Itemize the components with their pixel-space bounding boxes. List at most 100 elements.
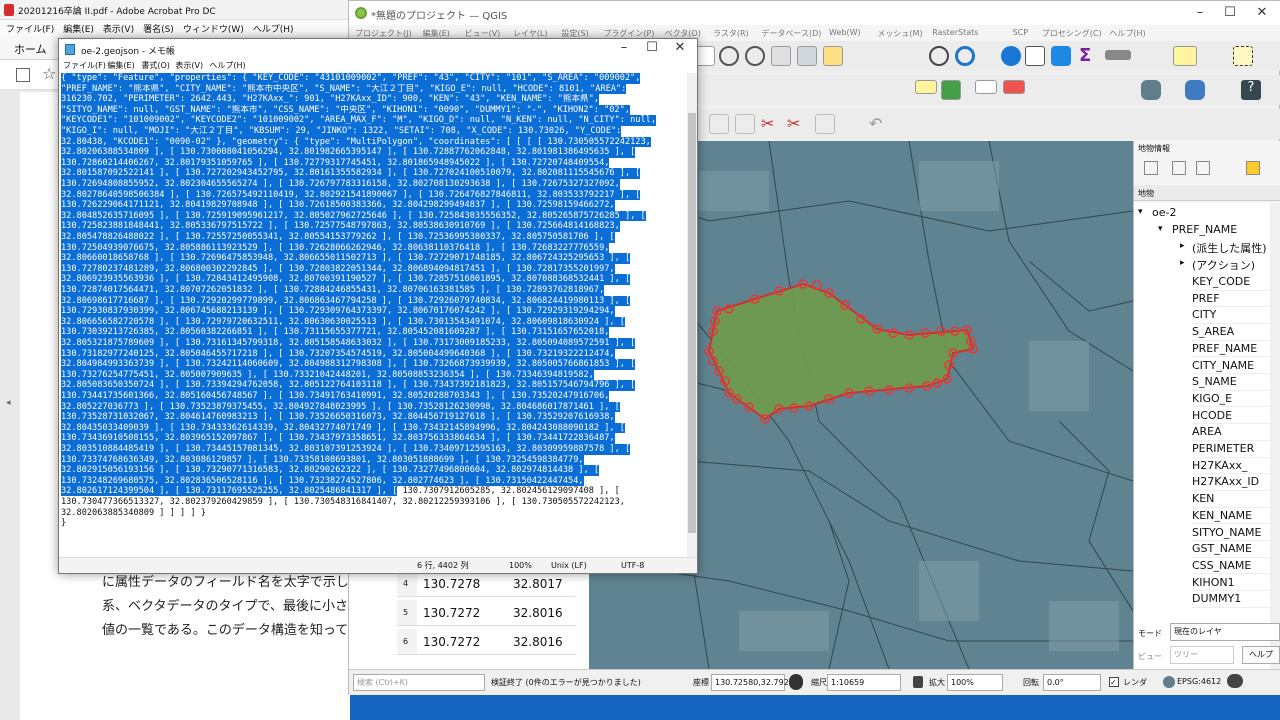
label-icon[interactable] <box>915 80 937 94</box>
identify-tree[interactable]: ▾ oe-2 ▾ PREF_NAME ▸ (派生した属性) ▸ (アクション) … <box>1134 203 1270 671</box>
identify-toolbar-icon[interactable] <box>1144 161 1158 175</box>
rotation-field[interactable]: 0.0° <box>1043 674 1101 691</box>
identify-icon[interactable] <box>1001 46 1021 66</box>
notepad-menu-item[interactable]: 書式(O) <box>141 60 170 71</box>
identify-field-row[interactable]: H27KAxx_ <box>1192 457 1270 475</box>
notepad-scrollbar[interactable] <box>687 73 697 557</box>
identify-field-row[interactable]: CITY_NAME <box>1192 357 1270 375</box>
tips-icon[interactable] <box>1173 46 1197 66</box>
tree-expand-icon[interactable]: ▾ <box>1138 207 1143 217</box>
mode-select[interactable]: 現在のレイヤ <box>1170 623 1280 641</box>
attribute-cell[interactable]: 130.7278 <box>417 571 507 597</box>
notepad-menu-item[interactable]: 表示(V) <box>175 60 203 71</box>
settings-gear-icon[interactable] <box>1051 46 1071 66</box>
digitize-icon[interactable] <box>709 114 729 134</box>
zoom-selection-icon[interactable] <box>823 46 843 66</box>
zoom-layer-icon[interactable] <box>797 46 817 66</box>
identify-help-button[interactable]: ヘルプ <box>1242 646 1280 664</box>
notepad-menu-item[interactable]: ヘルプ(H) <box>209 60 245 71</box>
undo-icon[interactable]: ↶ <box>869 114 889 134</box>
qgis-menu-item[interactable]: RasterStats <box>932 28 978 37</box>
attribute-cell[interactable]: 32.8016 <box>507 629 575 655</box>
qgis-menu-item[interactable]: SCP <box>1013 28 1029 37</box>
identify-field-row[interactable]: KIHON1 <box>1192 574 1270 592</box>
globe-icon[interactable] <box>1163 676 1175 688</box>
pan-icon[interactable] <box>695 46 715 66</box>
copy-features-icon[interactable]: ✂ <box>787 114 807 134</box>
sum-icon[interactable]: Σ <box>1079 45 1091 66</box>
coordinate-field[interactable]: 130.72580,32.79299 <box>711 674 799 691</box>
tree-expand-icon[interactable]: ▾ <box>1158 224 1163 234</box>
lock-icon[interactable] <box>913 676 923 688</box>
identify-field-row[interactable]: KIGO_E <box>1192 390 1270 408</box>
acrobat-menu-items[interactable]: ファイル(F) 編集(E) 表示(V) 署名(S) ウィンドウ(W) ヘルプ(H… <box>6 22 294 35</box>
identify-field-row[interactable]: S_AREA <box>1192 324 1270 341</box>
identify-field-row[interactable]: GST_NAME <box>1192 541 1270 558</box>
measure-icon[interactable] <box>1105 50 1131 60</box>
refresh-icon[interactable] <box>955 46 975 66</box>
qgis-menu-item[interactable]: データベース(D) <box>761 28 821 39</box>
attribute-cell[interactable]: 5 <box>397 600 417 626</box>
identify-field-row[interactable]: AREA <box>1192 424 1270 441</box>
actions-item[interactable]: (アクション) <box>1192 257 1255 273</box>
acrobat-menubar[interactable]: ファイル(F) 編集(E) 表示(V) 署名(S) ウィンドウ(W) ヘルプ(H… <box>0 20 350 36</box>
collapse-handle-icon[interactable]: ◂ <box>6 398 11 408</box>
identify-field-row[interactable]: H27KAxx_ID <box>1192 474 1270 491</box>
identify-field-row[interactable]: S_NAME <box>1192 374 1270 391</box>
attribute-table-icon[interactable] <box>1025 46 1045 66</box>
identify-field-row[interactable]: KEN_NAME <box>1192 507 1270 525</box>
python-icon[interactable] <box>1185 80 1205 100</box>
tab-home[interactable]: ホーム <box>14 41 47 57</box>
identify-field-row[interactable]: PERIMETER <box>1192 441 1270 458</box>
render-checkbox[interactable]: ✓ <box>1109 677 1119 687</box>
database-icon[interactable] <box>1141 80 1161 100</box>
minimize-button[interactable]: – <box>1185 1 1215 25</box>
notepad-maximize-button[interactable]: ☐ <box>637 36 667 60</box>
vertex-tool-icon[interactable] <box>735 114 755 134</box>
coordinate-toggle-icon[interactable] <box>789 674 803 690</box>
attribute-cell[interactable]: 6 <box>397 629 417 655</box>
identify-copy-icon[interactable] <box>1196 161 1210 175</box>
identify-scrollbar[interactable] <box>1270 203 1280 671</box>
zoom-out-icon[interactable] <box>745 46 765 66</box>
scale-field[interactable]: 1:10659 <box>827 674 901 691</box>
select-icon[interactable] <box>1233 46 1253 66</box>
tree-collapse-icon[interactable]: ▸ <box>1180 241 1185 251</box>
notepad-menu-item[interactable]: ファイル(F) <box>63 60 106 71</box>
label-pin-icon[interactable] <box>975 80 997 94</box>
identify-field-row[interactable]: PREF <box>1192 290 1270 308</box>
view-select[interactable]: ツリー <box>1170 646 1234 664</box>
attribute-cell[interactable]: 32.8017 <box>507 571 575 597</box>
attribute-cell[interactable]: 32.8016 <box>507 600 575 626</box>
identify-field-row[interactable]: CITY <box>1192 307 1270 324</box>
scroll-thumb[interactable] <box>688 113 696 533</box>
locator-search-input[interactable]: 検索 (Ctrl+K) <box>353 674 485 691</box>
identify-layer-name[interactable]: oe-2 <box>1152 206 1176 219</box>
magnifier-field[interactable]: 100% <box>947 674 1003 691</box>
save-icon[interactable] <box>16 68 30 82</box>
qgis-menu-item[interactable]: メッシュ(M) <box>877 28 922 39</box>
identify-field-row[interactable]: KEY_CODE <box>1192 274 1270 291</box>
qgis-menu-item[interactable]: Web(W) <box>829 28 861 37</box>
star-icon[interactable]: ☆ <box>42 64 56 83</box>
identify-field-row[interactable]: PREF_NAME <box>1192 340 1270 358</box>
tree-collapse-icon[interactable]: ▸ <box>1180 258 1185 268</box>
paste-features-icon[interactable] <box>815 114 835 134</box>
temporal-icon[interactable] <box>929 46 949 66</box>
qgis-menu-item[interactable]: プロセシング(C) <box>1042 28 1102 39</box>
identify-expand-icon[interactable] <box>1172 161 1186 175</box>
help-icon[interactable]: ? <box>1241 80 1261 100</box>
identify-clear-icon[interactable] <box>1246 161 1260 175</box>
label-color-icon[interactable] <box>941 80 961 100</box>
qgis-menu-item[interactable]: ラスタ(R) <box>713 28 749 39</box>
attribute-cell[interactable]: 130.7272 <box>417 629 507 655</box>
qgis-menu-item[interactable]: ヘルプ(H) <box>1109 28 1145 39</box>
zoom-in-icon[interactable] <box>719 46 739 66</box>
identify-feature-field[interactable]: PREF_NAME <box>1172 223 1237 236</box>
maximize-button[interactable]: ☐ <box>1215 1 1245 25</box>
identify-field-row[interactable]: SITYO_NAME <box>1192 524 1270 542</box>
notepad-text-area[interactable]: { "type": "Feature", "properties": { "KE… <box>59 73 687 557</box>
attribute-cell[interactable]: 130.7272 <box>417 600 507 626</box>
messages-icon[interactable] <box>1227 674 1243 688</box>
identify-field-row[interactable]: CSS_NAME <box>1192 557 1270 575</box>
